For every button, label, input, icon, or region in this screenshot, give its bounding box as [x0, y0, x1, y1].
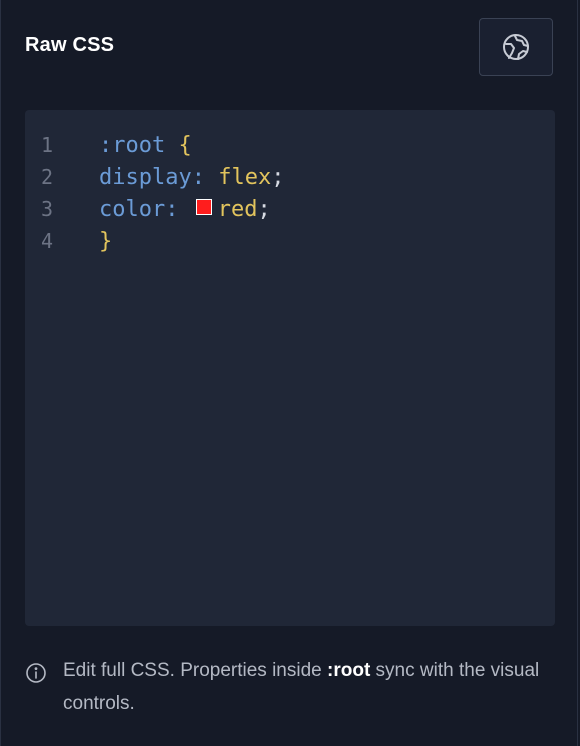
line-number: 1 [41, 133, 54, 157]
line-code: :root { [99, 133, 192, 158]
css-colon: : [191, 164, 205, 190]
css-property: display [99, 164, 192, 190]
info-icon [26, 663, 46, 683]
css-value: red [217, 196, 258, 222]
css-colon: : [165, 196, 179, 222]
css-selector: :root [99, 132, 166, 158]
open-brace: { [178, 132, 192, 158]
line-number: 4 [41, 229, 54, 253]
palette-icon [503, 34, 529, 60]
code-line: 4 } [25, 225, 555, 257]
panel-title: Raw CSS [25, 34, 115, 56]
color-swatch[interactable] [195, 199, 212, 215]
help-text: Edit full CSS. Properties inside :root s… [63, 654, 555, 720]
css-code-editor[interactable]: 1 :root { 2 display: flex; 3 color: red;… [25, 110, 555, 626]
line-code: display: flex; [99, 165, 284, 190]
css-semicolon: ; [257, 196, 271, 222]
help-note: Edit full CSS. Properties inside :root s… [25, 654, 555, 720]
panel-header: Raw CSS [1, 0, 577, 96]
line-code: } [99, 229, 112, 254]
code-line: 2 display: flex; [25, 161, 555, 193]
css-value: flex [218, 164, 272, 190]
code-line: 1 :root { [25, 129, 555, 161]
css-property: color [99, 196, 166, 222]
close-brace: } [99, 228, 113, 254]
css-semicolon: ; [271, 164, 285, 190]
code-line: 3 color: red; [25, 193, 555, 225]
line-code: color: red; [99, 197, 271, 222]
line-number: 2 [41, 165, 54, 189]
help-text-bold: :root [327, 660, 371, 681]
palette-button[interactable] [479, 18, 553, 76]
line-number: 3 [41, 197, 54, 221]
raw-css-panel: Raw CSS 1 :root { 2 display: flex; 3 col… [0, 0, 578, 746]
help-text-before: Edit full CSS. Properties inside [63, 660, 328, 681]
